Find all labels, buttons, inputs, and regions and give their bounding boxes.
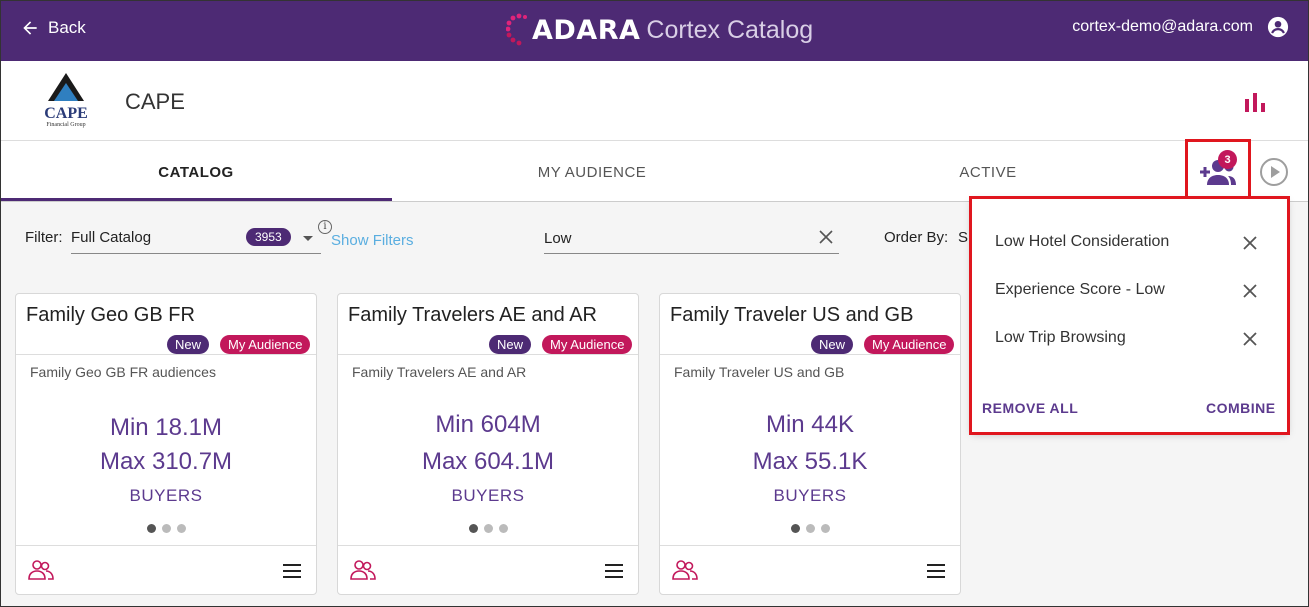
- back-label: Back: [48, 18, 86, 37]
- card-min-stat: Min 604M: [435, 411, 541, 438]
- audience-icon[interactable]: [350, 559, 376, 581]
- carousel-dots: [338, 524, 638, 533]
- highlight-box-popup: [969, 196, 1290, 435]
- brand-product: Cortex Catalog: [646, 15, 814, 44]
- brand-name: ADARA: [532, 14, 641, 46]
- card-title: Family Geo GB FR: [26, 304, 195, 326]
- my-audience-badge: My Audience: [220, 335, 311, 354]
- arrow-left-icon: [23, 21, 37, 35]
- filter-select[interactable]: Full Catalog 3953: [71, 224, 321, 254]
- brand-dots-icon: [506, 13, 527, 46]
- carousel-dot[interactable]: [820, 524, 830, 533]
- chevron-down-icon: [303, 236, 313, 241]
- back-button[interactable]: Back: [20, 18, 86, 38]
- card-divider: [660, 545, 960, 546]
- carousel-dot[interactable]: [468, 524, 478, 533]
- tab-my-audience[interactable]: MY AUDIENCE: [392, 142, 792, 202]
- carousel-dot[interactable]: [483, 524, 493, 533]
- audience-card[interactable]: Family Geo GB FR New My Audience Family …: [15, 293, 317, 595]
- order-by-label: Order By:: [884, 229, 949, 246]
- audience-card[interactable]: Family Travelers AE and AR New My Audien…: [337, 293, 639, 595]
- menu-icon[interactable]: [926, 563, 946, 579]
- new-badge: New: [167, 335, 210, 354]
- card-max-stat: Max 55.1K: [752, 448, 868, 475]
- selection-count-badge: 3: [1218, 150, 1237, 169]
- card-divider: [338, 545, 638, 546]
- audience-icon[interactable]: [672, 559, 698, 581]
- menu-icon[interactable]: [604, 563, 624, 579]
- carousel-dot[interactable]: [161, 524, 171, 533]
- user-menu[interactable]: cortex-demo@adara.com: [1072, 16, 1289, 38]
- svg-text:CAPE: CAPE: [44, 105, 88, 122]
- card-min-stat: Min 44K: [765, 411, 855, 438]
- search-input[interactable]: [544, 226, 804, 250]
- card-divider: [338, 354, 638, 355]
- tab-indicator: [0, 198, 392, 201]
- carousel-dots: [16, 524, 316, 533]
- order-by-value: S: [958, 229, 969, 246]
- svg-text:Financial Group: Financial Group: [46, 122, 85, 128]
- my-audience-badge: My Audience: [542, 335, 633, 354]
- carousel-dot[interactable]: [498, 524, 508, 533]
- analytics-icon[interactable]: [1243, 90, 1267, 114]
- play-circle-icon[interactable]: [1259, 157, 1289, 187]
- tab-active[interactable]: ACTIVE: [792, 142, 1184, 202]
- my-audience-badge: My Audience: [864, 335, 955, 354]
- card-unit: BUYERS: [773, 486, 847, 505]
- clear-search-icon[interactable]: [819, 230, 833, 244]
- show-filters-link[interactable]: Show Filters: [331, 232, 414, 249]
- card-max-stat: Max 604.1M: [421, 448, 555, 475]
- tab-catalog[interactable]: CATALOG: [0, 142, 392, 202]
- card-divider: [16, 354, 316, 355]
- top-bar: Back ADARA Cortex Catalog cortex-demo@ad…: [0, 0, 1309, 61]
- filter-label: Filter:: [25, 229, 63, 246]
- user-email: cortex-demo@adara.com: [1072, 18, 1253, 35]
- company-header: CAPE Financial Group CAPE: [0, 61, 1309, 141]
- company-name: CAPE: [125, 89, 185, 114]
- catalog-count-badge: 3953: [246, 228, 291, 246]
- card-subtitle: Family Geo GB FR audiences: [30, 364, 216, 380]
- carousel-dot[interactable]: [146, 524, 156, 533]
- carousel-dot[interactable]: [176, 524, 186, 533]
- audience-icon[interactable]: [28, 559, 54, 581]
- filter-value: Full Catalog: [71, 229, 152, 246]
- card-divider: [660, 354, 960, 355]
- carousel-dot[interactable]: [805, 524, 815, 533]
- new-badge: New: [811, 335, 854, 354]
- card-min-stat: Min 18.1M: [109, 414, 223, 441]
- card-subtitle: Family Traveler US and GB: [674, 364, 845, 380]
- card-divider: [16, 545, 316, 546]
- tab-bar: CATALOG MY AUDIENCE ACTIVE: [0, 142, 1309, 202]
- search-field: [544, 224, 839, 254]
- audience-card[interactable]: Family Traveler US and GB New My Audienc…: [659, 293, 961, 595]
- account-icon: [1267, 16, 1289, 38]
- cape-logo: CAPE Financial Group: [44, 73, 88, 128]
- brand-logo: ADARA Cortex Catalog: [506, 12, 813, 48]
- card-subtitle: Family Travelers AE and AR: [352, 364, 527, 380]
- card-unit: BUYERS: [451, 486, 525, 505]
- card-title: Family Traveler US and GB: [670, 304, 914, 326]
- new-badge: New: [489, 335, 532, 354]
- carousel-dots: [660, 524, 960, 533]
- menu-icon[interactable]: [282, 563, 302, 579]
- card-title: Family Travelers AE and AR: [348, 304, 597, 326]
- carousel-dot[interactable]: [790, 524, 800, 533]
- info-icon[interactable]: i: [318, 220, 332, 234]
- card-unit: BUYERS: [129, 486, 203, 505]
- card-max-stat: Max 310.7M: [99, 448, 233, 475]
